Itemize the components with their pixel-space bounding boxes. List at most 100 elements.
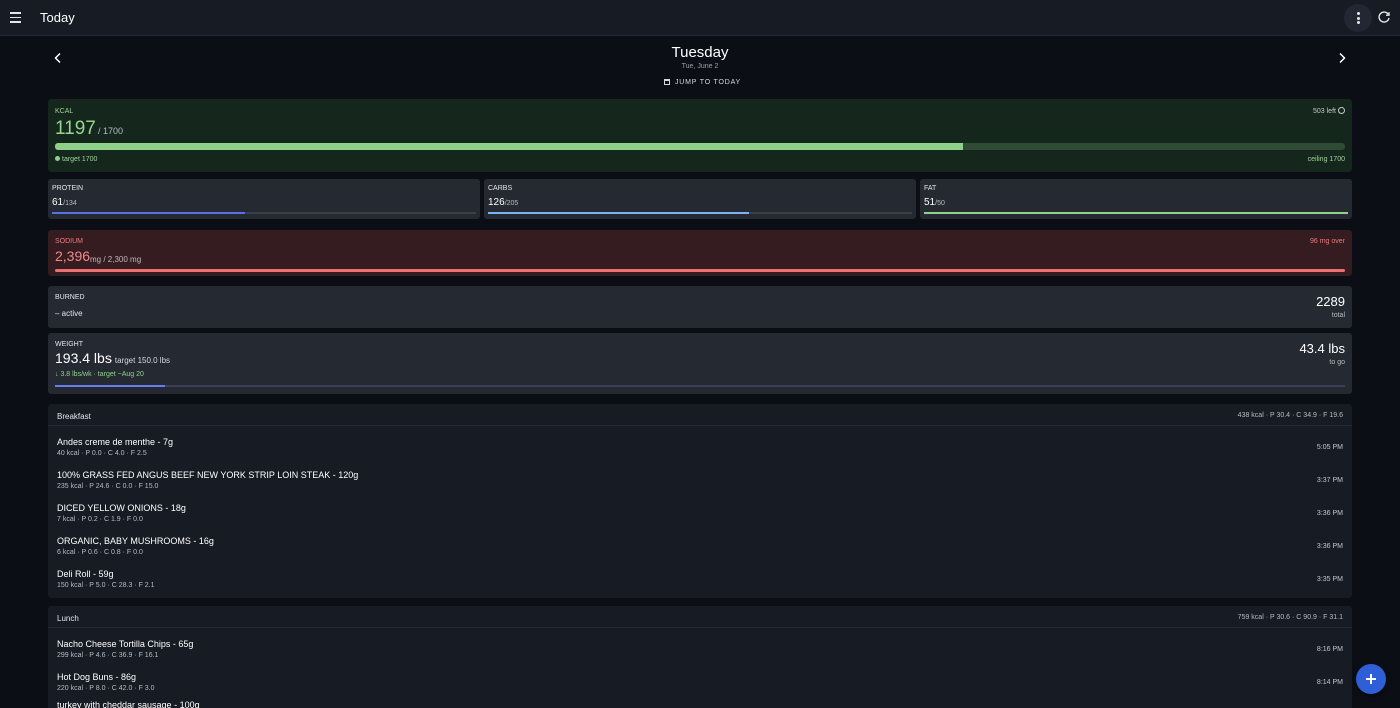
weight-label: WEIGHT bbox=[55, 341, 83, 348]
more-vert-icon-dot bbox=[1356, 16, 1360, 20]
plus-icon-stroke bbox=[1370, 674, 1372, 684]
food-entry[interactable]: DICED YELLOW ONIONS - 18g 7 kcal · P 0.2… bbox=[48, 498, 1352, 531]
burned-card[interactable]: BURNED – active 2289 total bbox=[48, 286, 1352, 328]
burned-total: 2289 bbox=[1316, 294, 1345, 309]
macro-goal: /50 bbox=[935, 200, 945, 207]
food-entry[interactable]: Andes creme de menthe - 7g 40 kcal · P 0… bbox=[48, 432, 1352, 465]
meal-section-lunch: Lunch 759 kcal · P 30.6 · C 90.9 · F 31.… bbox=[48, 606, 1352, 708]
macro-name: CARBS bbox=[488, 185, 513, 192]
macro-progress-bar bbox=[488, 212, 912, 214]
kcal-label: KCAL bbox=[55, 108, 74, 115]
day-name: Tuesday bbox=[671, 44, 729, 61]
weight-to-go-label: to go bbox=[1329, 359, 1345, 366]
macro-card-protein[interactable]: PROTEIN 61/134 bbox=[48, 179, 480, 219]
food-macros: 7 kcal · P 0.2 · C 1.9 · F 0.0 bbox=[57, 516, 143, 523]
meal-totals: 759 kcal · P 30.6 · C 90.9 · F 31.1 bbox=[1237, 614, 1343, 621]
meal-section-breakfast: Breakfast 438 kcal · P 30.4 · C 34.9 · F… bbox=[48, 404, 1352, 598]
burned-active: – active bbox=[55, 309, 83, 318]
sodium-progress-fill bbox=[55, 269, 1345, 272]
app-bar: Today bbox=[0, 0, 1400, 36]
macro-name: FAT bbox=[924, 185, 937, 192]
macro-card-fat[interactable]: FAT 51/50 bbox=[920, 179, 1352, 219]
more-vert-icon bbox=[1356, 12, 1360, 15]
jump-to-today-label: JUMP TO TODAY bbox=[675, 79, 742, 86]
sodium-over: 96 mg over bbox=[1309, 238, 1345, 245]
food-entry[interactable]: 100% GRASS FED ANGUS BEEF NEW YORK STRIP… bbox=[48, 465, 1352, 498]
macro-progress-fill bbox=[924, 212, 1348, 214]
kcal-progress-bar bbox=[55, 143, 1345, 150]
food-entry[interactable]: Nacho Cheese Tortilla Chips - 65g 299 kc… bbox=[48, 634, 1352, 667]
food-time: 3:36 PM bbox=[1316, 543, 1343, 550]
day-date: Tue, June 2 bbox=[681, 63, 719, 70]
more-options-button[interactable] bbox=[1344, 4, 1372, 32]
macro-goal: /205 bbox=[504, 200, 519, 207]
kcal-card: KCAL 1197 / 1700 503 left target 1700 ce… bbox=[48, 99, 1352, 172]
food-time: 5:05 PM bbox=[1316, 444, 1343, 451]
calendar-icon bbox=[664, 79, 670, 85]
macro-value: 126/205 bbox=[488, 197, 518, 208]
refresh-icon bbox=[1378, 11, 1390, 23]
macro-amount: 51 bbox=[924, 197, 936, 208]
refresh-button[interactable] bbox=[1374, 8, 1394, 28]
menu-icon-line bbox=[10, 16, 21, 19]
food-time: 3:35 PM bbox=[1316, 576, 1343, 583]
macro-goal: /134 bbox=[63, 200, 77, 207]
sodium-progress-bar bbox=[55, 269, 1345, 272]
macro-progress-bar bbox=[52, 212, 476, 214]
add-food-button[interactable] bbox=[1356, 664, 1386, 694]
meal-totals: 438 kcal · P 30.4 · C 34.9 · F 19.6 bbox=[1237, 412, 1343, 419]
macro-name: PROTEIN bbox=[52, 185, 84, 192]
food-time: 3:36 PM bbox=[1316, 510, 1343, 517]
weight-progress-bar bbox=[55, 385, 1345, 387]
macro-amount: 126 bbox=[488, 197, 505, 208]
food-time: 8:14 PM bbox=[1316, 679, 1343, 686]
jump-to-today-button[interactable]: JUMP TO TODAY bbox=[650, 75, 750, 91]
food-entry[interactable]: Deli Roll - 59g 150 kcal · P 5.0 · C 28.… bbox=[48, 564, 1352, 597]
food-title: Deli Roll - 59g bbox=[57, 569, 114, 579]
macro-value: 51/50 bbox=[924, 197, 945, 208]
meal-name: Breakfast bbox=[57, 412, 91, 421]
kcal-value: 1197 bbox=[55, 118, 96, 139]
burned-total-label: total bbox=[1331, 312, 1345, 319]
target-dot-icon bbox=[55, 156, 60, 161]
weight-value: 193.4 lbs bbox=[55, 350, 112, 366]
menu-button[interactable] bbox=[6, 6, 30, 30]
kcal-progress-fill bbox=[55, 143, 964, 150]
macro-card-carbs[interactable]: CARBS 126/205 bbox=[484, 179, 916, 219]
food-title: ORGANIC, BABY MUSHROOMS - 16g bbox=[57, 536, 214, 546]
macro-amount: 61 bbox=[52, 197, 64, 208]
food-title: Hot Dog Buns - 86g bbox=[57, 672, 137, 682]
food-title: DICED YELLOW ONIONS - 18g bbox=[57, 503, 186, 513]
food-time: 3:37 PM bbox=[1316, 477, 1343, 484]
meal-header[interactable]: Breakfast 438 kcal · P 30.4 · C 34.9 · F… bbox=[48, 404, 1352, 426]
macro-progress-bar bbox=[924, 212, 1348, 214]
sodium-value: 2,396 bbox=[55, 248, 91, 264]
kcal-goal: / 1700 bbox=[98, 126, 124, 136]
food-entry[interactable]: turkey with cheddar sausage - 100g bbox=[48, 700, 1352, 708]
food-title: 100% GRASS FED ANGUS BEEF NEW YORK STRIP… bbox=[57, 470, 359, 480]
food-title: Nacho Cheese Tortilla Chips - 65g bbox=[57, 639, 194, 649]
food-entry[interactable]: Hot Dog Buns - 86g 220 kcal · P 8.0 · C … bbox=[48, 667, 1352, 700]
kcal-remaining: 503 left bbox=[1313, 108, 1336, 115]
kcal-target-label: target 1700 bbox=[62, 156, 98, 163]
food-entry[interactable]: ORGANIC, BABY MUSHROOMS - 16g 6 kcal · P… bbox=[48, 531, 1352, 564]
meal-name: Lunch bbox=[57, 614, 79, 623]
weight-target: · target 150.0 lbs bbox=[110, 356, 171, 365]
food-macros: 235 kcal · P 24.6 · C 0.0 · F 15.0 bbox=[57, 483, 159, 490]
sodium-card[interactable]: SODIUM 2,396 mg / 2,300 mg 96 mg over bbox=[48, 230, 1352, 276]
food-title: Andes creme de menthe - 7g bbox=[57, 437, 174, 447]
meal-header[interactable]: Lunch 759 kcal · P 30.6 · C 90.9 · F 31.… bbox=[48, 606, 1352, 628]
food-macros: 220 kcal · P 8.0 · C 42.0 · F 3.0 bbox=[57, 685, 155, 692]
macro-progress-fill bbox=[52, 212, 245, 214]
more-vert-icon-dot bbox=[1356, 21, 1360, 24]
weight-rate: ↓ 3.8 lbs/wk · target ~Aug 20 bbox=[55, 371, 144, 378]
menu-icon bbox=[10, 12, 21, 14]
food-macros: 299 kcal · P 4.6 · C 36.9 · F 16.1 bbox=[57, 652, 159, 659]
food-title: turkey with cheddar sausage - 100g bbox=[57, 700, 200, 708]
weight-card[interactable]: WEIGHT 193.4 lbs · target 150.0 lbs ↓ 3.… bbox=[48, 333, 1352, 394]
food-time: 8:16 PM bbox=[1316, 646, 1343, 653]
weight-progress-fill bbox=[55, 385, 165, 387]
info-icon[interactable] bbox=[1338, 107, 1345, 114]
kcal-ceiling: ceiling 1700 bbox=[1307, 156, 1345, 163]
food-macros: 150 kcal · P 5.0 · C 28.3 · F 2.1 bbox=[57, 582, 155, 589]
